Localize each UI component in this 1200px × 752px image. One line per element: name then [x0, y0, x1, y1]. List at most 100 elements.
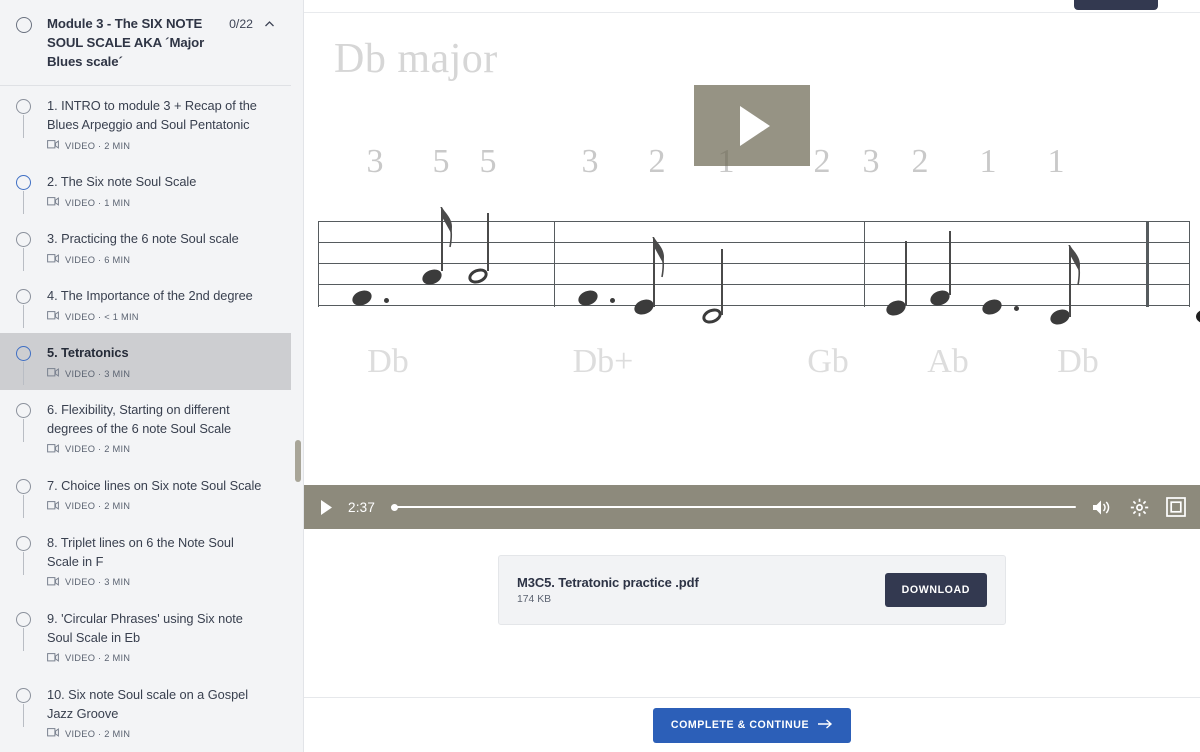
- video-frame[interactable]: Db major 35532123211: [304, 13, 1200, 485]
- lesson-meta: VIDEO · 3 MIN: [47, 368, 269, 379]
- lesson-status-column: [16, 686, 32, 703]
- lesson-complete-circle-icon[interactable]: [16, 289, 31, 304]
- lesson-complete-circle-icon[interactable]: [16, 99, 31, 114]
- video-camera-icon: [47, 444, 59, 455]
- fingering-number: 3: [582, 143, 599, 181]
- lesson-connector-line: [23, 628, 24, 651]
- lesson-item[interactable]: 8. Triplet lines on 6 the Note Soul Scal…: [0, 523, 291, 599]
- play-triangle-shape: [740, 106, 770, 146]
- fingering-number: 2: [649, 143, 666, 181]
- lesson-item[interactable]: 3. Practicing the 6 note Soul scale VIDEO…: [0, 219, 291, 276]
- progress-knob[interactable]: [391, 504, 398, 511]
- lesson-complete-circle-icon[interactable]: [16, 612, 31, 627]
- module-progress-circle-icon: [16, 17, 32, 33]
- music-staff: [318, 221, 1190, 307]
- video-player[interactable]: Db major 35532123211: [304, 13, 1200, 529]
- chord-symbol: Ab: [927, 343, 969, 381]
- lesson-text: 7. Choice lines on Six note Soul Scale VI…: [32, 477, 279, 512]
- lesson-item[interactable]: 4. The Importance of the 2nd degreeVIDEO…: [0, 276, 291, 333]
- lesson-item[interactable]: 10. Six note Soul scale on a Gospel Jazz…: [0, 675, 291, 751]
- lesson-text: 3. Practicing the 6 note Soul scale VIDEO…: [32, 230, 279, 265]
- lesson-complete-circle-icon[interactable]: [16, 346, 31, 361]
- lesson-list: 1. INTRO to module 3 + Recap of the Blue…: [0, 86, 291, 752]
- lesson-meta: VIDEO · 6 MIN: [47, 254, 269, 265]
- module-title: Module 3 - The SIX NOTE SOUL SCALE AKA ´…: [32, 14, 229, 71]
- lesson-title: 7. Choice lines on Six note Soul Scale: [47, 477, 269, 496]
- video-camera-icon: [47, 254, 59, 265]
- fingering-number: 1: [1048, 143, 1065, 181]
- video-camera-icon: [47, 368, 59, 379]
- lesson-text: 9. 'Circular Phrases' using Six note Sou…: [32, 610, 279, 664]
- lesson-complete-circle-icon[interactable]: [16, 175, 31, 190]
- lesson-item[interactable]: 6. Flexibility, Starting on different de…: [0, 390, 291, 466]
- lesson-meta-text: VIDEO · 2 MIN: [65, 653, 130, 663]
- course-player-page: Module 3 - The SIX NOTE SOUL SCALE AKA ´…: [0, 0, 1200, 752]
- lesson-complete-circle-icon[interactable]: [16, 479, 31, 494]
- sidebar-scrollbar[interactable]: [295, 440, 301, 482]
- header-menu-icon-partial[interactable]: [1170, 0, 1182, 4]
- lesson-connector-line: [23, 362, 24, 385]
- lesson-meta-text: VIDEO · 2 MIN: [65, 444, 130, 454]
- module-header[interactable]: Module 3 - The SIX NOTE SOUL SCALE AKA ´…: [0, 0, 291, 86]
- lesson-item[interactable]: 5. TetratonicsVIDEO · 3 MIN: [0, 333, 291, 390]
- fingering-number: 3: [863, 143, 880, 181]
- lesson-meta-text: VIDEO · 2 MIN: [65, 729, 130, 739]
- main-content: Db major 35532123211: [304, 0, 1200, 752]
- fingering-number: 5: [433, 143, 450, 181]
- lesson-title: 9. 'Circular Phrases' using Six note Sou…: [47, 610, 269, 648]
- fullscreen-icon[interactable]: [1166, 497, 1186, 517]
- complete-and-continue-button[interactable]: COMPLETE & CONTINUE: [653, 708, 851, 743]
- video-camera-icon: [47, 501, 59, 512]
- chord-symbol: Db+: [573, 343, 634, 381]
- video-camera-icon: [47, 577, 59, 588]
- lesson-status-column: [16, 477, 32, 494]
- lesson-meta-text: VIDEO · 2 MIN: [65, 501, 130, 511]
- lesson-text: 5. TetratonicsVIDEO · 3 MIN: [32, 344, 279, 379]
- attachment-filesize: 174 KB: [517, 594, 699, 605]
- fingering-number: 1: [980, 143, 997, 181]
- header-action-button-partial[interactable]: [1074, 0, 1158, 10]
- lesson-meta: VIDEO · 2 MIN: [47, 653, 269, 664]
- play-triangle-icon[interactable]: [694, 85, 810, 166]
- lesson-status-column: [16, 173, 32, 190]
- lesson-title: 3. Practicing the 6 note Soul scale: [47, 230, 269, 249]
- lesson-item[interactable]: 9. 'Circular Phrases' using Six note Sou…: [0, 599, 291, 675]
- lesson-meta-text: VIDEO · 1 MIN: [65, 198, 130, 208]
- lesson-status-column: [16, 97, 32, 114]
- progress-track: [391, 506, 1076, 509]
- lesson-title: 8. Triplet lines on 6 the Note Soul Scal…: [47, 534, 269, 572]
- lesson-complete-circle-icon[interactable]: [16, 688, 31, 703]
- lesson-item[interactable]: 1. INTRO to module 3 + Recap of the Blue…: [0, 86, 291, 162]
- lesson-status-column: [16, 610, 32, 627]
- video-current-time: 2:37: [348, 500, 375, 515]
- lesson-connector-line: [23, 305, 24, 328]
- lesson-complete-circle-icon[interactable]: [16, 536, 31, 551]
- lesson-text: 4. The Importance of the 2nd degreeVIDEO…: [32, 287, 279, 322]
- video-progress-bar[interactable]: [391, 500, 1076, 514]
- lesson-connector-line: [23, 248, 24, 271]
- lesson-title: 6. Flexibility, Starting on different de…: [47, 401, 269, 439]
- lesson-status-column: [16, 230, 32, 247]
- lesson-complete-circle-icon[interactable]: [16, 403, 31, 418]
- lesson-connector-line: [23, 552, 24, 575]
- volume-icon[interactable]: [1092, 497, 1112, 517]
- chevron-up-icon[interactable]: [263, 14, 277, 31]
- course-sidebar: Module 3 - The SIX NOTE SOUL SCALE AKA ´…: [0, 0, 304, 752]
- fingering-number: 2: [814, 143, 831, 181]
- lesson-complete-circle-icon[interactable]: [16, 232, 31, 247]
- lesson-meta: VIDEO · < 1 MIN: [47, 311, 269, 322]
- attachment-info: M3C5. Tetratonic practice .pdf 174 KB: [517, 575, 699, 605]
- download-button[interactable]: DOWNLOAD: [885, 573, 987, 607]
- lesson-title: 2. The Six note Soul Scale: [47, 173, 269, 192]
- attachment-card: M3C5. Tetratonic practice .pdf 174 KB DO…: [498, 555, 1006, 625]
- play-icon[interactable]: [316, 497, 336, 517]
- gear-icon[interactable]: [1129, 497, 1149, 517]
- fingering-number: 2: [912, 143, 929, 181]
- lesson-item[interactable]: 2. The Six note Soul Scale VIDEO · 1 MIN: [0, 162, 291, 219]
- lesson-text: 8. Triplet lines on 6 the Note Soul Scal…: [32, 534, 279, 588]
- video-camera-icon: [47, 140, 59, 151]
- module-progress-count: 0/22: [229, 14, 253, 31]
- lesson-connector-line: [23, 495, 24, 518]
- lesson-text: 1. INTRO to module 3 + Recap of the Blue…: [32, 97, 279, 151]
- lesson-item[interactable]: 7. Choice lines on Six note Soul Scale VI…: [0, 466, 291, 523]
